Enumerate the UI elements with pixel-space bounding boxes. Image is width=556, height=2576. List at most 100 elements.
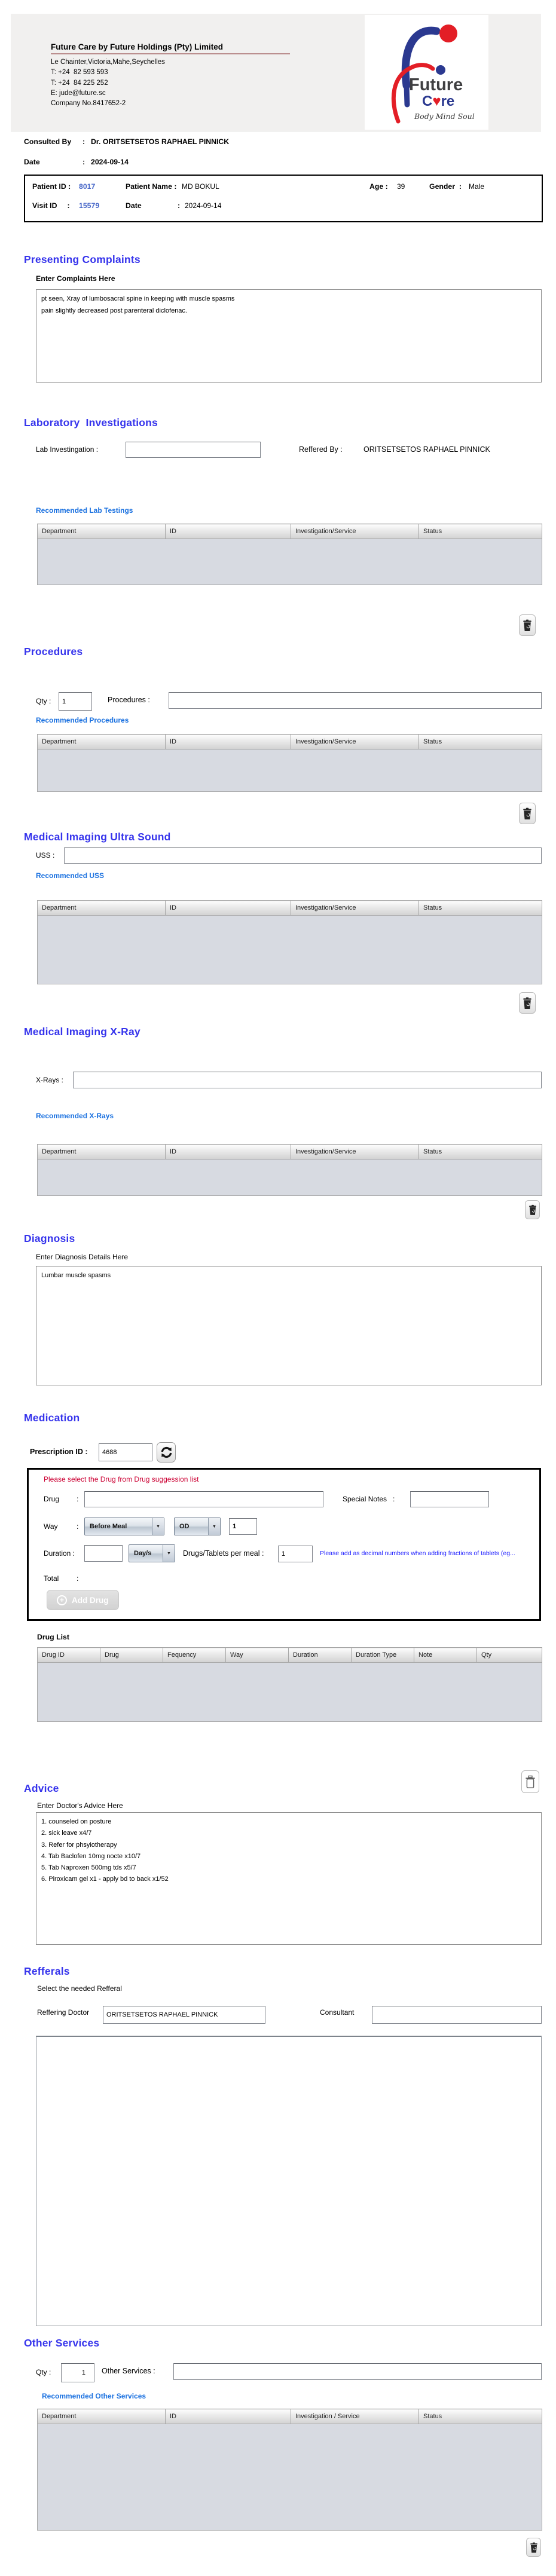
procedures-qty-input[interactable] [59, 692, 92, 711]
drug-col-duration-type: Duration Type [351, 1647, 414, 1663]
total-colon: : [77, 1574, 79, 1583]
special-notes-input[interactable] [410, 1491, 489, 1507]
header-band: Future Care by Future Holdings (Pty) Lim… [11, 14, 541, 131]
other-qty-input[interactable] [61, 2363, 94, 2382]
duration-input[interactable] [84, 1545, 123, 1562]
company-email: E: jude@future.sc [51, 89, 106, 97]
trash-icon [523, 997, 531, 1009]
recommended-xray-link[interactable]: Recommended X-Rays [36, 1112, 114, 1120]
other-col-id: ID [165, 2409, 291, 2424]
other-col-status: Status [418, 2409, 542, 2424]
trash-icon [528, 1204, 536, 1215]
company-logo: Future C♥re Body Mind Soul [365, 15, 488, 130]
laboratory-title: Laboratory Investigations [24, 417, 158, 429]
drug-col-duration: Duration [288, 1647, 352, 1663]
add-drug-button[interactable]: + Add Drug [47, 1590, 119, 1610]
recommended-lab-testings-link[interactable]: Recommended Lab Testings [36, 506, 133, 515]
chevron-down-icon: ▼ [163, 1545, 175, 1562]
company-phone-1: T: +24 82 593 593 [51, 69, 108, 77]
recommended-procedures-link[interactable]: Recommended Procedures [36, 716, 129, 724]
other-services-trash-button[interactable] [526, 2538, 541, 2557]
trash-outline-icon [526, 1775, 535, 1788]
drug-col-drug: Drug [100, 1647, 163, 1663]
procedures-trash-button[interactable] [519, 803, 536, 824]
visit-date-label: Date [126, 201, 142, 210]
fraction-hint-text: Please add as decimal numbers when addin… [320, 1550, 515, 1557]
age-label: Age : [369, 182, 388, 191]
visit-id-label: Visit ID : [32, 201, 70, 210]
way-qty-input[interactable] [229, 1518, 257, 1535]
drug-list-table-body [37, 1662, 542, 1722]
complaints-textarea[interactable]: pt seen, Xray of lumbosacral spine in ke… [36, 289, 542, 383]
complaints-label: Enter Complaints Here [36, 274, 115, 283]
uss-label: USS : [36, 851, 55, 859]
patient-id-label: Patient ID : [32, 182, 71, 191]
other-col-department: Department [37, 2409, 166, 2424]
drug-col-id: Drug ID [37, 1647, 100, 1663]
procedures-input-label: Procedures : [108, 696, 150, 704]
uss-col-status: Status [418, 900, 542, 916]
referrals-list-box[interactable] [36, 2036, 542, 2326]
xray-trash-button[interactable] [525, 1200, 540, 1219]
xray-col-department: Department [37, 1144, 166, 1159]
consultant-input[interactable] [372, 2006, 542, 2024]
prescription-id-input[interactable] [99, 1443, 152, 1461]
svg-text:Future: Future [409, 75, 463, 94]
lab-table: Department ID Investigation/Service Stat… [37, 524, 542, 585]
referred-by-value: ORITSETSETOS RAPHAEL PINNICK [363, 445, 490, 454]
uss-input[interactable] [64, 848, 542, 864]
lab-col-department: Department [37, 524, 166, 539]
meal-select[interactable]: Before Meal ▼ [84, 1518, 164, 1535]
frequency-select[interactable]: OD ▼ [174, 1518, 221, 1535]
duration-type-select[interactable]: Day/s ▼ [129, 1544, 175, 1562]
other-services-input[interactable] [173, 2363, 542, 2380]
uss-col-service: Investigation/Service [291, 900, 419, 916]
lab-col-service: Investigation/Service [291, 524, 419, 539]
uss-table-body [37, 915, 542, 984]
proc-col-status: Status [418, 734, 542, 749]
drug-input[interactable] [84, 1491, 323, 1507]
svg-text:Body Mind Soul: Body Mind Soul [414, 112, 475, 121]
refresh-prescription-button[interactable] [157, 1442, 176, 1463]
consult-date-value: 2024-09-14 [91, 158, 129, 166]
lab-investigation-input[interactable] [126, 442, 261, 458]
recommended-uss-link[interactable]: Recommended USS [36, 871, 104, 880]
xray-input[interactable] [73, 1072, 542, 1088]
diagnosis-textarea[interactable]: Lumbar muscle spasms [36, 1266, 542, 1385]
diagnosis-label: Enter Diagnosis Details Here [36, 1253, 129, 1261]
lab-trash-button[interactable] [519, 614, 536, 636]
consulted-by-colon: : [83, 137, 85, 146]
advice-label: Enter Doctor's Advice Here [37, 1801, 123, 1810]
diagnosis-title: Diagnosis [24, 1232, 75, 1244]
total-label: Total [44, 1574, 59, 1583]
company-info: Future Care by Future Holdings (Pty) Lim… [51, 42, 308, 109]
other-services-table: Department ID Investigation / Service St… [37, 2409, 542, 2531]
way-colon: : [77, 1522, 79, 1531]
drug-list-label: Drug List [37, 1633, 69, 1641]
prescription-id-label: Prescription ID : [30, 1448, 88, 1456]
future-care-logo-icon: Future C♥re Body Mind Soul [391, 25, 475, 124]
referrals-select-label: Select the needed Refferal [37, 1984, 122, 1993]
recommended-other-services-link[interactable]: Recommended Other Services [42, 2392, 146, 2400]
other-col-service: Investigation / Service [291, 2409, 419, 2424]
consulted-by-value: Dr. ORITSETSETOS RAPHAEL PINNICK [91, 137, 230, 146]
trash-icon [530, 2542, 537, 2553]
referring-doctor-input[interactable] [103, 2006, 265, 2024]
uss-trash-button[interactable] [519, 992, 536, 1014]
add-drug-label: Add Drug [72, 1595, 109, 1605]
referrals-title: Refferals [24, 1965, 70, 1977]
uss-col-id: ID [165, 900, 291, 916]
procedures-input[interactable] [169, 692, 542, 709]
advice-trash-button[interactable] [521, 1770, 539, 1793]
advice-textarea[interactable]: 1. counseled on posture 2. sick leave x4… [36, 1812, 542, 1945]
xray-col-service: Investigation/Service [291, 1144, 419, 1159]
lab-investigation-label: Lab Investingation : [36, 445, 99, 454]
visit-date-colon: : [178, 201, 181, 210]
consulted-by-label: Consulted By [24, 137, 72, 146]
trash-icon [523, 807, 531, 819]
per-meal-input[interactable] [278, 1546, 313, 1562]
drug-col-way: Way [225, 1647, 289, 1663]
medication-title: Medication [24, 1412, 80, 1424]
visit-date-value: 2024-09-14 [185, 201, 222, 210]
chevron-down-icon: ▼ [152, 1518, 164, 1535]
